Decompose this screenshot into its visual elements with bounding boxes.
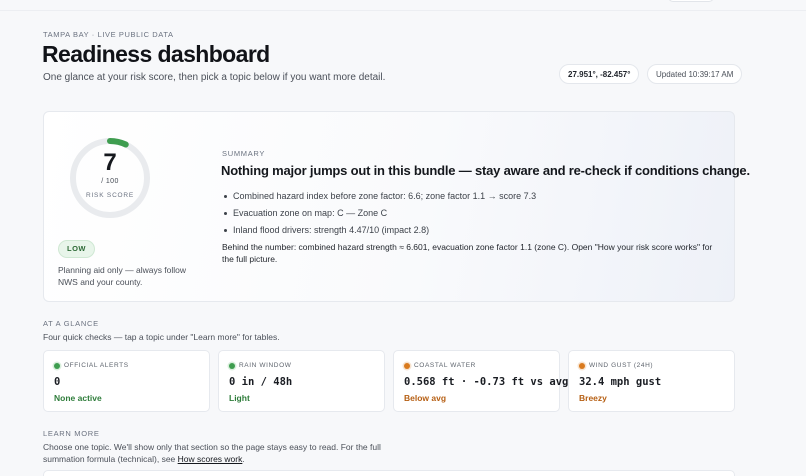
summary-headline: Nothing major jumps out in this bundle —…	[221, 163, 750, 178]
risk-score-gauge: 7 / 100 RISK SCORE	[68, 136, 152, 220]
summary-bullet-hazard: Combined hazard index before zone factor…	[222, 190, 536, 207]
risk-score-max: / 100	[101, 178, 119, 185]
risk-score-caption: RISK SCORE	[85, 192, 135, 199]
card-status: Breezy	[579, 393, 607, 403]
card-status: Light	[229, 393, 250, 403]
risk-score-value: 7	[103, 149, 117, 176]
glance-section-description: Four quick checks — tap a topic under "L…	[43, 332, 280, 342]
summary-bullet-zone: Evacuation zone on map: C — Zone C	[222, 207, 536, 224]
status-dot-icon	[579, 363, 585, 369]
status-dot-icon	[54, 363, 60, 369]
glance-card-rain[interactable]: RAIN WINDOW 0 in / 48h Light	[218, 350, 385, 412]
summary-label: SUMMARY	[222, 149, 266, 158]
card-value: 32.4 mph gust	[579, 376, 662, 388]
card-title: COASTAL WATER	[414, 362, 476, 369]
summary-note: Behind the number: combined hazard stren…	[222, 242, 713, 264]
status-dot-icon	[229, 363, 235, 369]
glance-card-coastal[interactable]: COASTAL WATER 0.568 ft · -0.73 ft vs avg…	[393, 350, 568, 412]
glance-card-wind[interactable]: WIND GUST (24H) 32.4 mph gust Breezy	[568, 350, 735, 412]
planning-disclaimer: Planning aid only — always follow NWS an…	[58, 265, 187, 287]
card-title: OFFICIAL ALERTS	[64, 362, 129, 369]
card-title: WIND GUST (24H)	[589, 362, 654, 369]
top-bar-pill[interactable]	[668, 0, 714, 2]
risk-level-badge: LOW	[58, 240, 95, 258]
how-scores-work-link[interactable]: How scores work	[178, 454, 243, 464]
page-title: Readiness dashboard	[42, 41, 270, 67]
summary-bullets: Combined hazard index before zone factor…	[222, 190, 536, 241]
card-value: 0 in / 48h	[229, 376, 293, 388]
card-value: 0	[54, 376, 61, 388]
summary-bullet-flood: Inland flood drivers: strength 4.47/10 (…	[222, 224, 536, 241]
card-value: 0.568 ft · -0.73 ft vs avg	[404, 376, 569, 388]
page-subtitle: One glance at your risk score, then pick…	[43, 72, 386, 83]
learn-section-label: LEARN MORE	[43, 429, 100, 438]
updated-timestamp: Updated 10:39:17 AM	[647, 64, 743, 84]
status-dot-icon	[404, 363, 410, 369]
page-eyebrow: TAMPA BAY · LIVE PUBLIC DATA	[43, 30, 174, 39]
coordinates-badge: 27.951°, -82.457°	[559, 64, 640, 84]
risk-summary-card: 7 / 100 RISK SCORE LOW Planning aid only…	[43, 111, 750, 302]
topic-selector[interactable]	[43, 470, 735, 476]
learn-description-end: .	[242, 454, 245, 464]
glance-card-alerts[interactable]: OFFICIAL ALERTS 0 None active	[43, 350, 210, 412]
top-bar	[0, 0, 806, 11]
learn-section-description: Choose one topic. We'll show only that s…	[43, 441, 423, 465]
glance-section-label: AT A GLANCE	[43, 319, 99, 328]
card-status: None active	[54, 393, 102, 403]
card-status: Below avg	[404, 393, 447, 403]
card-title: RAIN WINDOW	[239, 362, 292, 369]
